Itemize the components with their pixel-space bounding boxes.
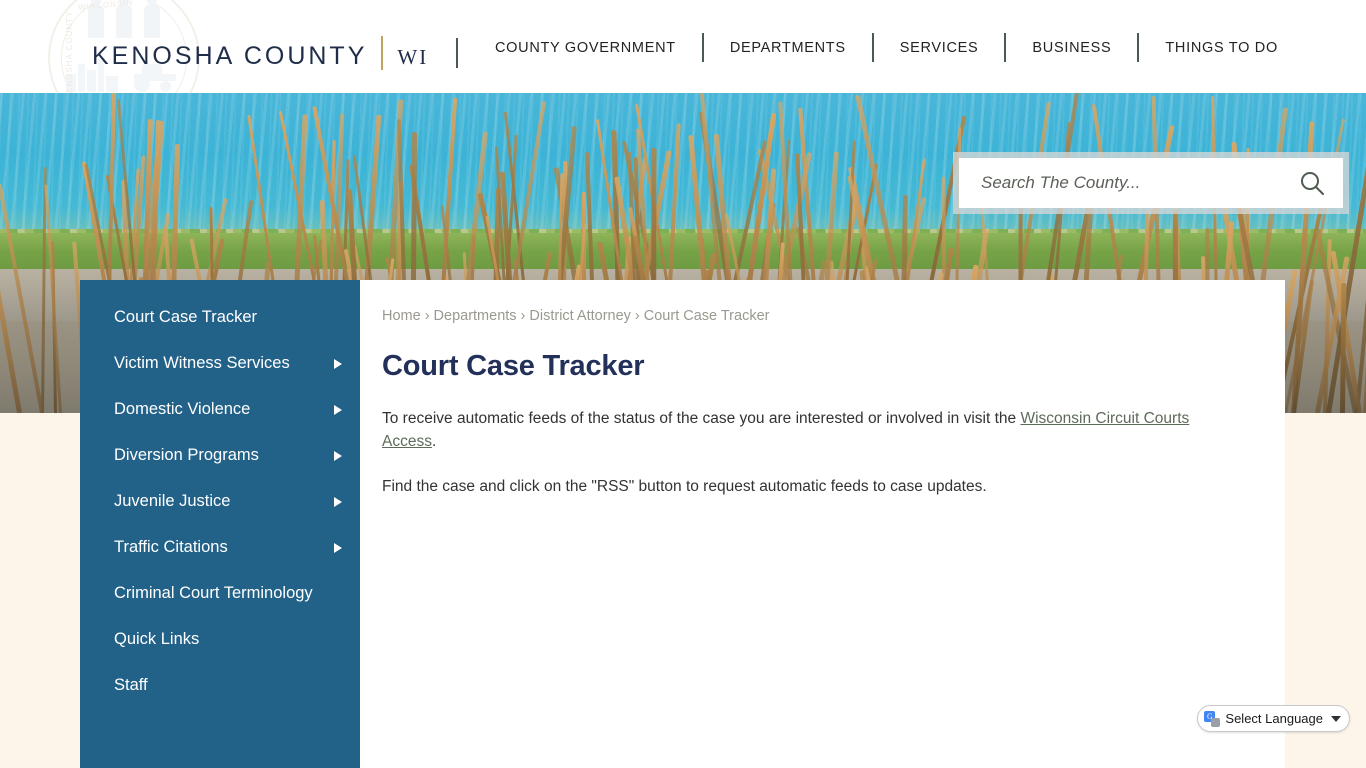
nav-item-county-government[interactable]: COUNTY GOVERNMENT bbox=[495, 37, 676, 59]
sidebar-item-diversion-programs[interactable]: Diversion Programs bbox=[80, 434, 360, 480]
breadcrumb-separator: › bbox=[424, 308, 430, 324]
intro-text-after-link: . bbox=[431, 433, 437, 450]
logo-county-name: KENOSHA COUNTY bbox=[92, 42, 368, 70]
site-logo[interactable]: KENOSHA COUNTY WI bbox=[92, 30, 459, 71]
content-shell: Court Case Tracker Victim Witness Service… bbox=[80, 280, 1285, 768]
nav-separator bbox=[871, 33, 874, 62]
sidebar-item-label: Victim Witness Services bbox=[114, 354, 290, 372]
logo-state-abbrev: WI bbox=[397, 45, 429, 69]
instructions-paragraph: Find the case and click on the "RSS" but… bbox=[382, 478, 987, 495]
chevron-right-icon[interactable] bbox=[334, 497, 342, 507]
seal-text-top: KENOSHA COUNTY bbox=[65, 10, 75, 93]
nav-separator bbox=[701, 33, 704, 62]
breadcrumb-separator: › bbox=[520, 308, 526, 324]
sidebar-item-domestic-violence[interactable]: Domestic Violence bbox=[80, 388, 360, 434]
nav-item-services[interactable]: SERVICES bbox=[900, 37, 979, 59]
department-sidebar-menu: Court Case Tracker Victim Witness Service… bbox=[80, 280, 360, 768]
sidebar-item-traffic-citations[interactable]: Traffic Citations bbox=[80, 526, 360, 572]
breadcrumb-item-court-case-tracker: Court Case Tracker bbox=[643, 308, 770, 324]
search-button[interactable] bbox=[1297, 168, 1327, 198]
seal-text-bottom: WISCONSIN bbox=[77, 0, 134, 12]
google-translate-widget[interactable]: G Select Language bbox=[1197, 705, 1350, 732]
google-translate-icon: G bbox=[1204, 710, 1221, 727]
intro-text-before-link: To receive automatic feeds of the status… bbox=[382, 410, 1021, 427]
sidebar-item-label: Traffic Citations bbox=[114, 538, 228, 556]
chevron-down-icon bbox=[1331, 715, 1341, 722]
sidebar-item-label: Domestic Violence bbox=[114, 400, 251, 418]
chevron-right-icon[interactable] bbox=[334, 405, 342, 415]
logo-gold-divider bbox=[381, 36, 384, 70]
breadcrumb-item-departments[interactable]: Departments bbox=[434, 308, 517, 324]
chevron-right-icon[interactable] bbox=[334, 359, 342, 369]
nav-item-departments[interactable]: DEPARTMENTS bbox=[730, 37, 846, 59]
sidebar-item-label: Court Case Tracker bbox=[114, 308, 258, 326]
translate-label: Select Language bbox=[1225, 711, 1323, 726]
sidebar-item-label: Juvenile Justice bbox=[114, 492, 231, 510]
sidebar-item-staff[interactable]: Staff bbox=[80, 664, 360, 710]
nav-item-business[interactable]: BUSINESS bbox=[1032, 37, 1111, 59]
logo-nav-divider bbox=[456, 38, 459, 68]
breadcrumb-item-district-attorney[interactable]: District Attorney bbox=[529, 308, 631, 324]
sidebar-item-label: Diversion Programs bbox=[114, 446, 259, 464]
main-content: Home › Departments › District Attorney › Court… bbox=[360, 280, 1285, 768]
main-navigation: COUNTY GOVERNMENT DEPARTMENTS SERVICES BUSI… bbox=[495, 33, 1278, 62]
sidebar-item-juvenile-justice[interactable]: Juvenile Justice bbox=[80, 480, 360, 526]
sidebar-item-criminal-court-terminology[interactable]: Criminal Court Terminology bbox=[80, 572, 360, 618]
breadcrumb: Home › Departments › District Attorney › Court… bbox=[382, 306, 1245, 326]
nav-item-things-to-do[interactable]: THINGS TO DO bbox=[1165, 37, 1278, 59]
breadcrumb-item-home[interactable]: Home bbox=[382, 308, 421, 324]
site-header: KENOSHA COUNTY WISCONSIN KENOSHA COUNTY … bbox=[0, 0, 1366, 93]
search-icon bbox=[1301, 172, 1324, 195]
sidebar-item-victim-witness-services[interactable]: Victim Witness Services bbox=[80, 342, 360, 388]
sidebar-item-label: Criminal Court Terminology bbox=[114, 584, 313, 602]
nav-separator bbox=[1137, 33, 1140, 62]
breadcrumb-separator: › bbox=[634, 308, 640, 324]
sidebar-item-label: Quick Links bbox=[114, 630, 200, 648]
chevron-right-icon[interactable] bbox=[334, 543, 342, 553]
page-title: Court Case Tracker bbox=[382, 350, 645, 382]
sidebar-item-quick-links[interactable]: Quick Links bbox=[80, 618, 360, 664]
search-input[interactable] bbox=[981, 173, 1297, 193]
site-search bbox=[953, 152, 1349, 214]
intro-paragraph: To receive automatic feeds of the status… bbox=[382, 407, 1245, 453]
chevron-right-icon[interactable] bbox=[334, 451, 342, 461]
sidebar-item-court-case-tracker[interactable]: Court Case Tracker bbox=[80, 296, 360, 342]
sidebar-item-label: Staff bbox=[114, 676, 148, 694]
nav-separator bbox=[1004, 33, 1007, 62]
